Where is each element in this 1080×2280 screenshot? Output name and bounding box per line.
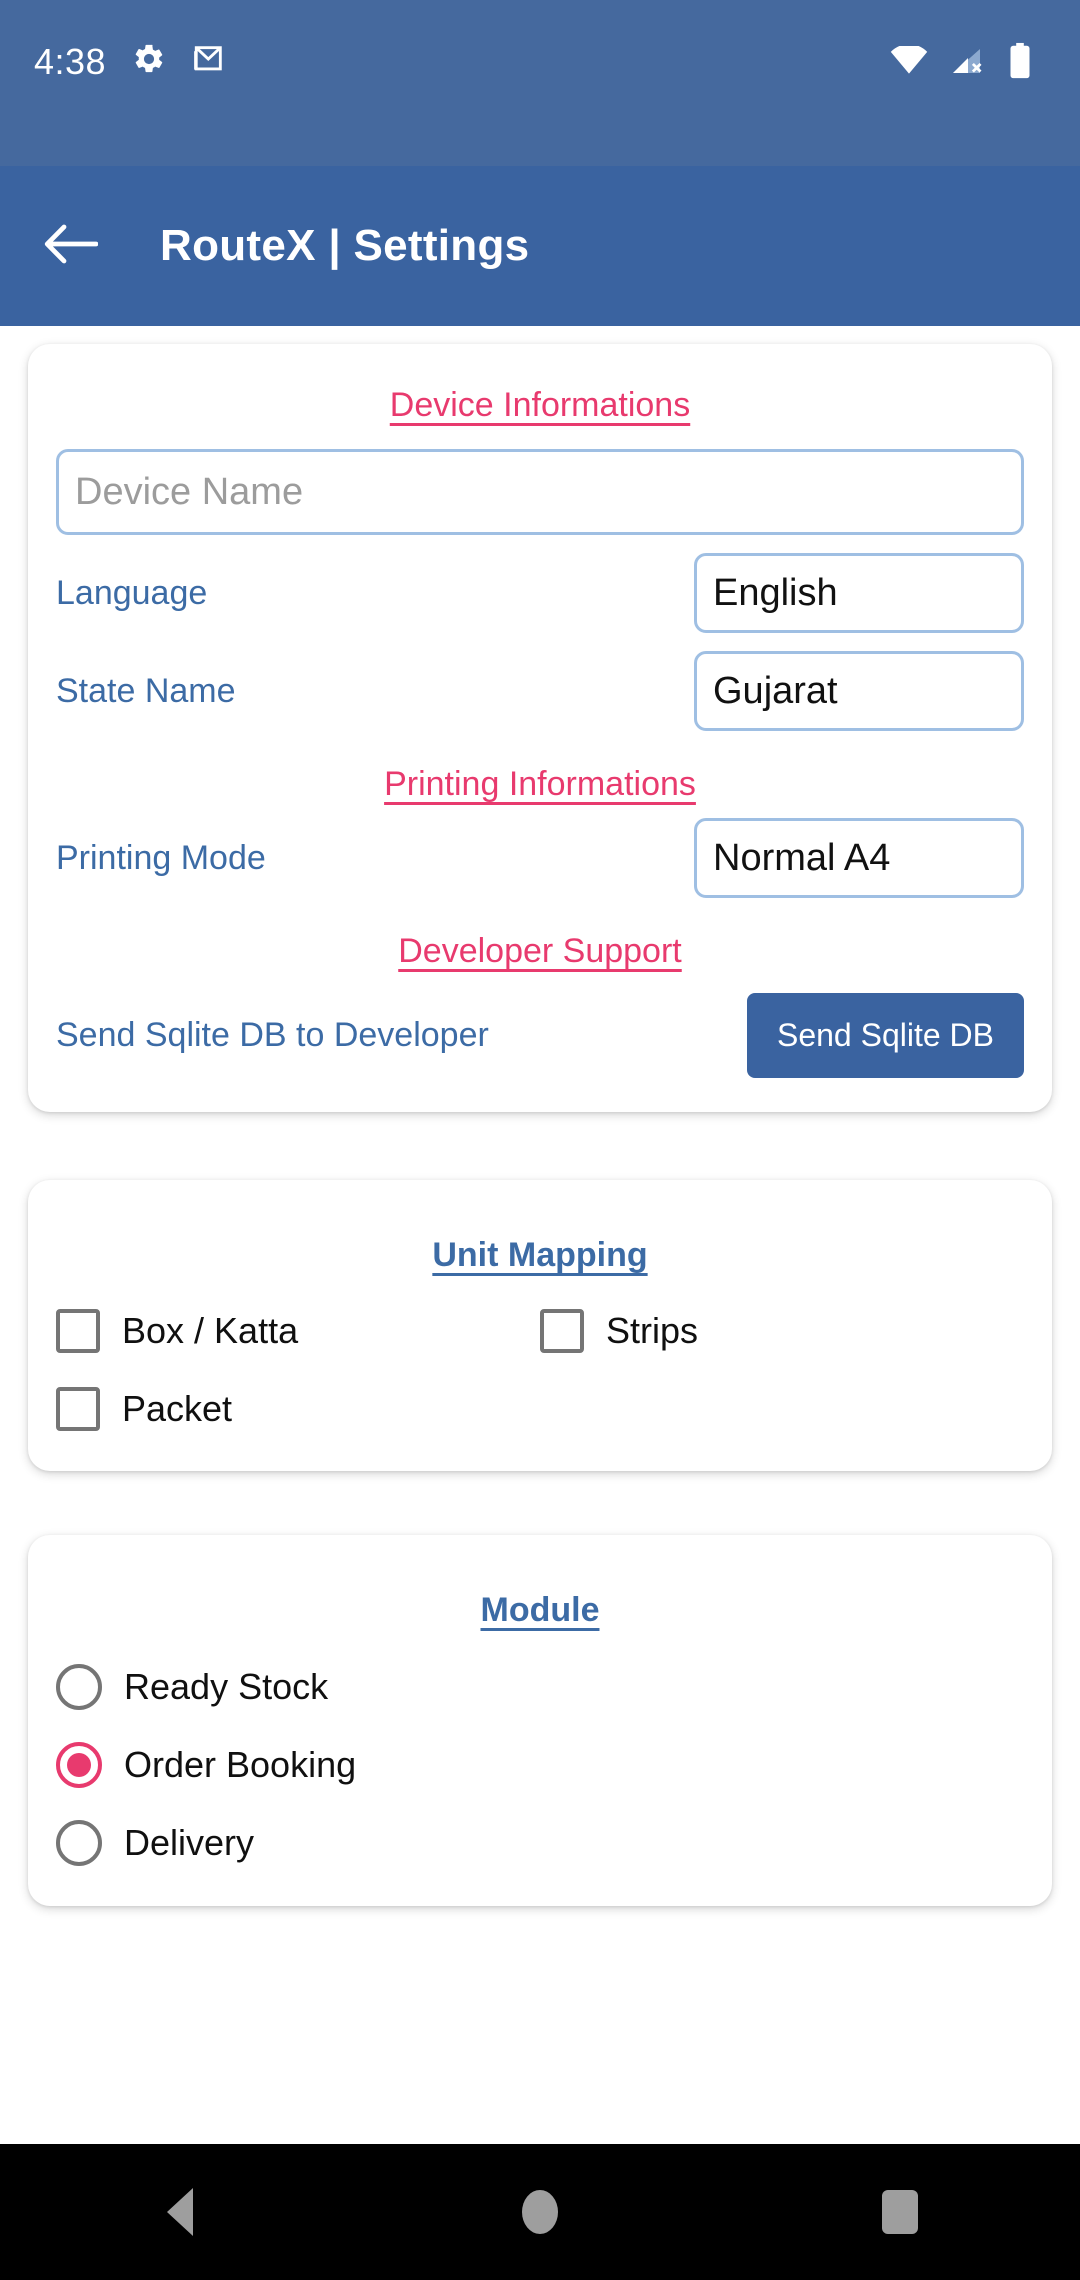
checkbox-packet[interactable]: Packet [56,1387,540,1431]
radio-icon[interactable] [56,1664,102,1710]
language-select[interactable]: English [694,553,1024,633]
nav-back-button[interactable] [120,2162,240,2262]
radio-dot [67,1753,91,1777]
printing-informations-heading: Printing Informations [384,765,696,803]
page-title: RouteX | Settings [160,221,530,270]
status-bar-right [890,42,1046,85]
send-sqlite-db-button[interactable]: Send Sqlite DB [746,993,1024,1078]
battery-icon [1008,42,1032,85]
unit-mapping-options: Box / Katta Strips Packet [56,1309,1024,1437]
gear-icon [132,42,166,81]
device-information-card: Device Informations Device Name Language… [28,344,1052,1112]
printing-mode-label: Printing Mode [56,838,266,877]
printing-mode-row: Printing Mode Normal A4 [56,818,1024,898]
device-name-input[interactable]: Device Name [56,449,1024,535]
state-name-select[interactable]: Gujarat [694,651,1024,731]
phone-screen: 4:38 RouteX | Settings Device Informatio… [0,0,1080,2280]
nav-home-button[interactable] [480,2162,600,2262]
checkbox-strips[interactable]: Strips [540,1309,1024,1353]
developer-support-heading: Developer Support [398,932,682,970]
cellular-no-sim-icon [950,46,986,81]
module-heading: Module [480,1591,600,1629]
back-arrow-icon [44,223,99,270]
status-bar: 4:38 [0,0,1080,166]
wifi-icon [890,44,928,81]
module-options: Ready Stock Order Booking Delivery [56,1664,1024,1866]
gmail-icon [192,42,226,81]
unit-mapping-card: Unit Mapping Box / Katta Strips Packet [28,1180,1052,1471]
nav-back-icon [167,2188,193,2236]
checkbox-box-katta[interactable]: Box / Katta [56,1309,540,1353]
card-spacer-b [28,1471,1052,1535]
module-card: Module Ready Stock Order Booking Deliver… [28,1535,1052,1906]
radio-label: Delivery [124,1822,255,1863]
checkbox-icon[interactable] [56,1309,100,1353]
card-spacer-a [28,1112,1052,1180]
state-name-label: State Name [56,671,236,710]
radio-label: Ready Stock [124,1666,329,1707]
radio-ready-stock[interactable]: Ready Stock [56,1664,1024,1710]
settings-content: Device Informations Device Name Language… [0,326,1080,2144]
radio-delivery[interactable]: Delivery [56,1820,1024,1866]
checkbox-label: Strips [606,1310,699,1351]
radio-order-booking[interactable]: Order Booking [56,1742,1024,1788]
nav-recents-icon [882,2190,918,2234]
language-label: Language [56,573,208,612]
unit-mapping-heading: Unit Mapping [432,1236,648,1274]
device-informations-heading: Device Informations [389,386,691,424]
status-bar-left: 4:38 [34,42,226,81]
send-sqlite-row: Send Sqlite DB to Developer Send Sqlite … [56,993,1024,1078]
printing-mode-select[interactable]: Normal A4 [694,818,1024,898]
status-time: 4:38 [34,40,107,82]
radio-icon[interactable] [56,1820,102,1866]
language-row: Language English [56,553,1024,633]
nav-recents-button[interactable] [840,2162,960,2262]
checkbox-label: Packet [122,1388,233,1429]
send-sqlite-label: Send Sqlite DB to Developer [56,1016,489,1054]
radio-label: Order Booking [124,1744,357,1785]
back-button[interactable] [34,209,108,283]
nav-home-icon [522,2190,558,2234]
state-name-row: State Name Gujarat [56,651,1024,731]
radio-icon-selected[interactable] [56,1742,102,1788]
android-navigation-bar [0,2144,1080,2280]
checkbox-icon[interactable] [56,1387,100,1431]
checkbox-label: Box / Katta [122,1310,299,1351]
checkbox-icon[interactable] [540,1309,584,1353]
app-bar: RouteX | Settings [0,166,1080,326]
device-name-placeholder: Device Name [75,470,304,513]
